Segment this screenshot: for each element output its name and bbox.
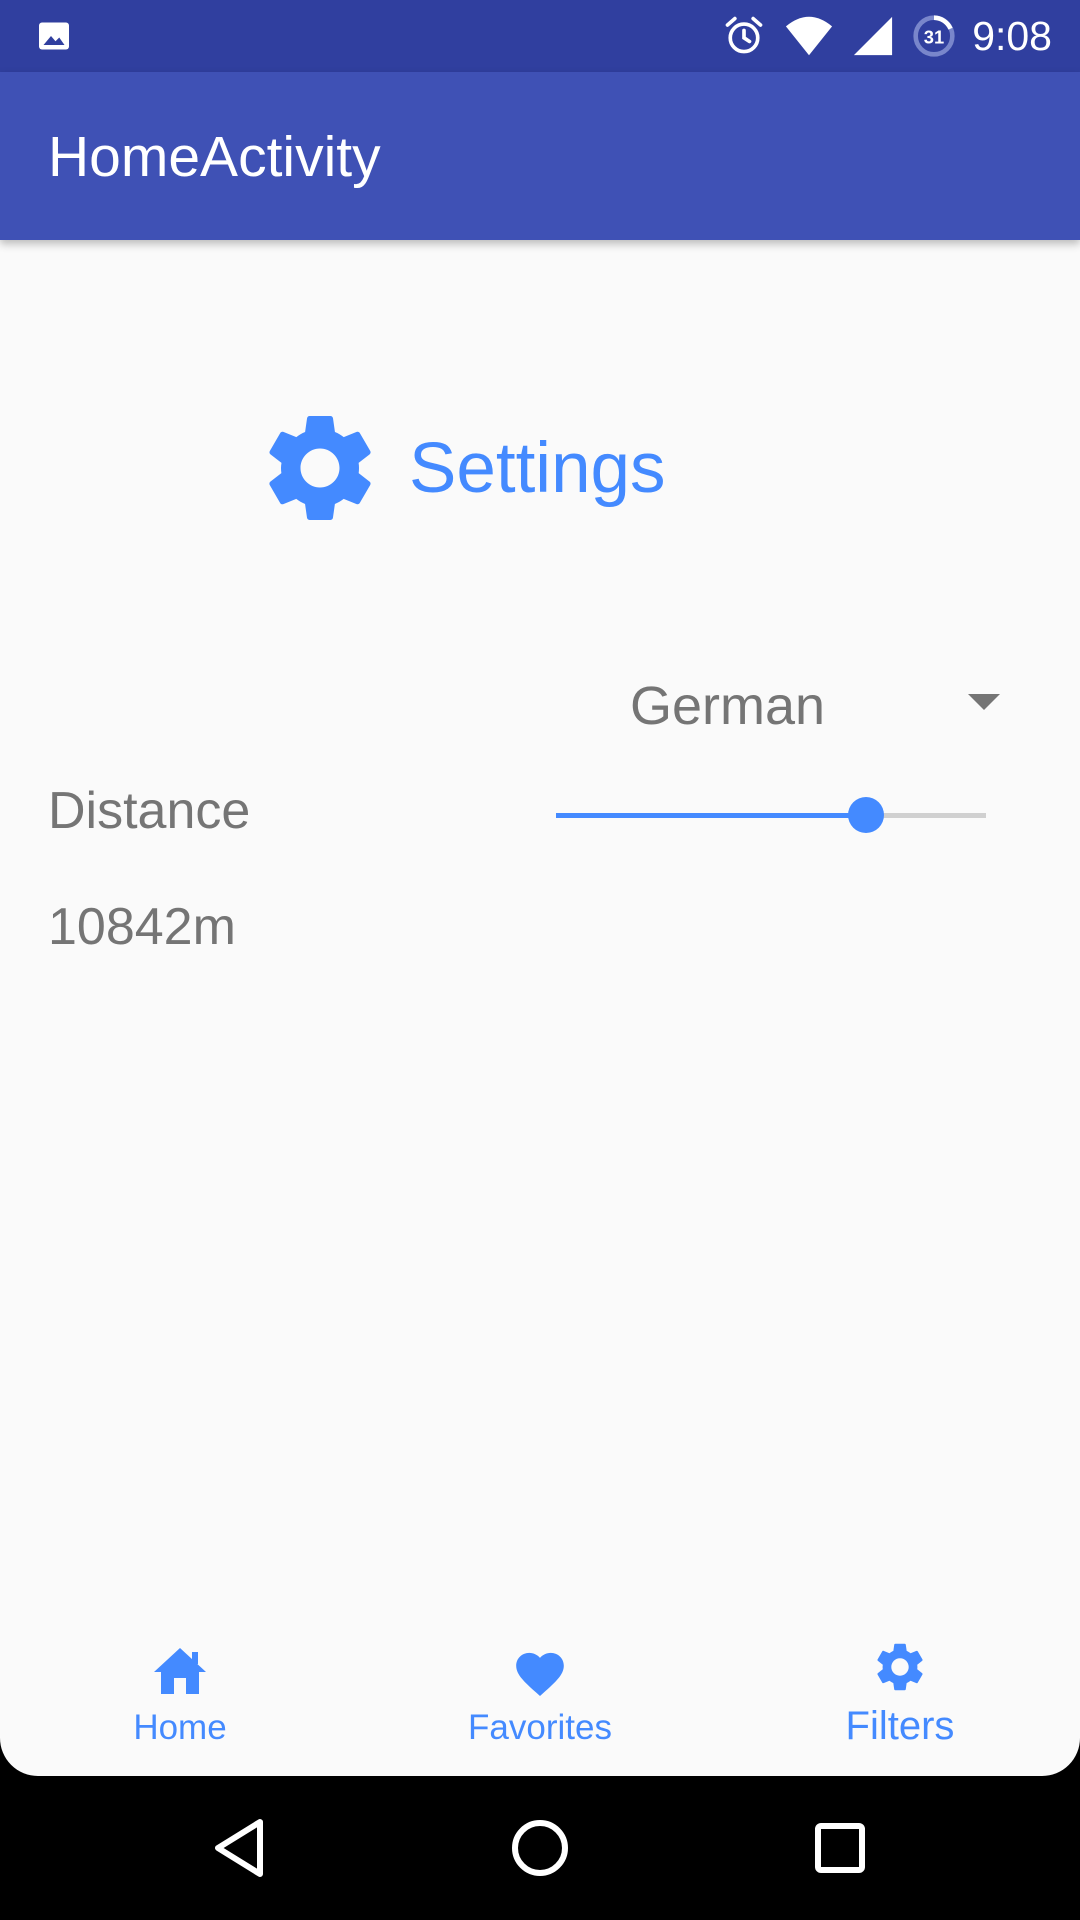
- dropdown-arrow-icon: [968, 694, 1000, 710]
- language-select[interactable]: German: [630, 668, 1010, 744]
- cell-signal-icon: [852, 14, 894, 58]
- slider-thumb[interactable]: [847, 797, 884, 833]
- nav-label-favorites: Favorites: [468, 1708, 612, 1747]
- bottom-navigation: Home Favorites Filters: [0, 1612, 1080, 1776]
- home-icon: [152, 1632, 208, 1696]
- distance-slider[interactable]: [556, 790, 986, 840]
- app-bar: HomeActivity: [0, 72, 1080, 240]
- settings-header: Settings: [255, 400, 666, 536]
- settings-title: Settings: [409, 428, 666, 508]
- gear-icon: [269, 416, 371, 520]
- battery-icon: 31: [912, 14, 956, 58]
- back-button[interactable]: [180, 1776, 300, 1920]
- status-bar: 31 9:08: [0, 0, 1080, 72]
- distance-label: Distance: [48, 782, 251, 840]
- status-time: 9:08: [972, 12, 1052, 59]
- home-circle-icon: [512, 1820, 568, 1876]
- nav-label-home: Home: [133, 1708, 227, 1747]
- back-icon: [215, 1819, 263, 1877]
- home-button[interactable]: [480, 1776, 600, 1920]
- nav-item-home[interactable]: Home: [0, 1612, 360, 1776]
- battery-level: 31: [924, 26, 944, 47]
- recents-button[interactable]: [780, 1776, 900, 1920]
- heart-icon: [511, 1632, 569, 1696]
- distance-value: 10842m: [48, 898, 236, 956]
- alarm-icon: [722, 14, 766, 58]
- nav-label-filters: Filters: [845, 1704, 955, 1748]
- app-screen: 31 9:08 HomeActivity Settings German Dis…: [0, 0, 1080, 1776]
- gear-icon: [871, 1632, 929, 1696]
- image-icon: [39, 22, 69, 50]
- app-title: HomeActivity: [48, 125, 381, 189]
- slider-fill: [556, 813, 866, 818]
- recents-icon: [815, 1823, 865, 1873]
- nav-item-filters[interactable]: Filters: [720, 1612, 1080, 1776]
- language-select-value: German: [630, 676, 826, 736]
- wifi-icon: [784, 14, 834, 58]
- nav-item-favorites[interactable]: Favorites: [360, 1612, 720, 1776]
- system-navigation-bar: [0, 1776, 1080, 1920]
